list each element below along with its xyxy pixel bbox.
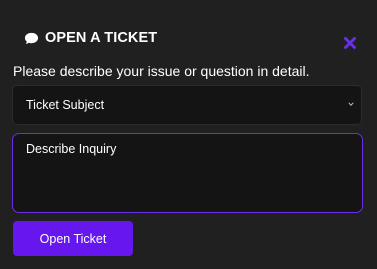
ticket-subject-value: Ticket Subject — [26, 98, 105, 112]
panel-title: OPEN A TICKET — [45, 30, 158, 46]
ticket-panel: OPEN A TICKET Please describe your issue… — [0, 0, 377, 269]
close-icon[interactable] — [343, 36, 357, 50]
form-description: Please describe your issue or question i… — [13, 63, 310, 79]
chat-bubble-icon — [24, 32, 39, 45]
ticket-subject-select[interactable]: Ticket Subject — [12, 85, 362, 125]
panel-header: OPEN A TICKET — [0, 0, 377, 60]
open-ticket-label: Open Ticket — [39, 231, 107, 246]
inquiry-textarea[interactable]: Describe Inquiry — [12, 133, 363, 213]
open-ticket-button[interactable]: Open Ticket — [13, 221, 133, 256]
chevron-down-icon — [348, 102, 354, 106]
inquiry-placeholder: Describe Inquiry — [26, 142, 117, 156]
